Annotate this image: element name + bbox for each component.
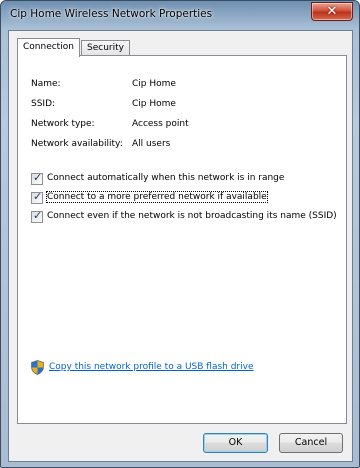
check-mark-icon: ✓ bbox=[33, 171, 43, 184]
info-label: Network availability: bbox=[31, 139, 123, 149]
info-value: Cip Home bbox=[132, 79, 176, 89]
copy-profile-usb-link[interactable]: Copy this network profile to a USB flash… bbox=[49, 362, 254, 372]
dialog-body: Connection Security Name: Cip Home SSID:… bbox=[8, 30, 353, 462]
connect-automatically-label[interactable]: Connect automatically when this network … bbox=[47, 173, 284, 183]
connect-hidden-label[interactable]: Connect even if the network is not broad… bbox=[47, 211, 337, 221]
check-mark-icon: ✓ bbox=[33, 209, 43, 222]
info-value: Access point bbox=[132, 119, 189, 129]
ok-button[interactable]: OK bbox=[203, 433, 268, 453]
info-value: All users bbox=[132, 139, 171, 149]
connect-preferred-checkbox[interactable]: ✓ bbox=[31, 190, 43, 204]
info-label: Network type: bbox=[31, 119, 95, 129]
info-value: Cip Home bbox=[132, 99, 176, 109]
info-label: SSID: bbox=[31, 99, 56, 109]
close-button[interactable]: ✕ bbox=[311, 2, 353, 21]
check-mark-icon: ✓ bbox=[33, 190, 43, 203]
connect-hidden-checkbox[interactable]: ✓ bbox=[31, 209, 43, 223]
info-label: Name: bbox=[31, 79, 61, 89]
window-title: Cip Home Wireless Network Properties bbox=[10, 8, 213, 20]
connection-tab-page: Name: Cip Home SSID: Cip Home Network ty… bbox=[17, 55, 347, 424]
connect-automatically-checkbox[interactable]: ✓ bbox=[31, 171, 43, 185]
cancel-button[interactable]: Cancel bbox=[279, 433, 343, 453]
connect-preferred-label[interactable]: Connect to a more preferred network if a… bbox=[46, 191, 268, 203]
close-icon: ✕ bbox=[326, 4, 338, 19]
tab-security[interactable]: Security bbox=[81, 40, 130, 56]
dialog-window: Cip Home Wireless Network Properties ✕ C… bbox=[0, 0, 360, 468]
uac-shield-icon bbox=[31, 360, 44, 375]
title-bar[interactable]: Cip Home Wireless Network Properties ✕ bbox=[1, 1, 359, 29]
tab-connection[interactable]: Connection bbox=[17, 38, 80, 57]
